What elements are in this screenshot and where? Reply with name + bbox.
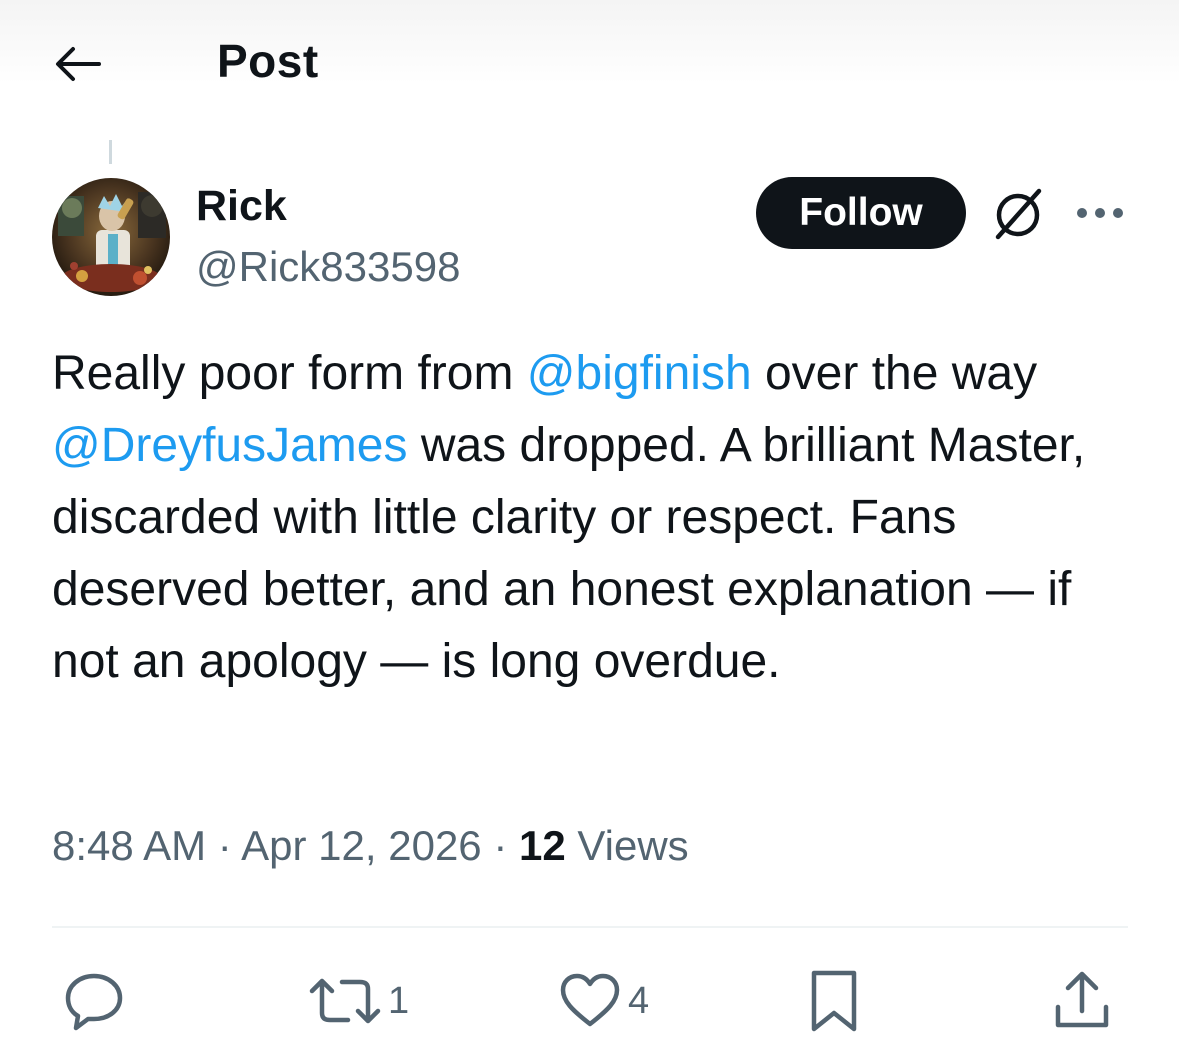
like-button[interactable]: 4 [558,968,649,1034]
tweet-text-segment: Really poor form from [52,347,527,400]
bookmark-button[interactable] [808,968,860,1034]
author-display-name[interactable]: Rick [196,182,287,231]
thread-connector [109,140,112,164]
repost-button[interactable]: 1 [308,968,409,1034]
views-label: Views [577,822,689,869]
like-count: 4 [628,979,650,1022]
back-button[interactable] [50,38,106,90]
more-options-button[interactable] [1072,195,1128,231]
page-title: Post [217,35,319,87]
reply-icon [65,973,123,1031]
grok-button[interactable] [988,184,1050,244]
share-button[interactable] [1052,968,1112,1034]
meta-separator: · [217,822,232,869]
tweet-text-segment: over the way [751,347,1038,400]
tweet-text: Really poor form from @bigfinish over th… [52,338,1137,698]
repost-icon [309,978,381,1024]
avatar-image [52,178,170,296]
grok-icon [995,188,1042,240]
follow-button[interactable]: Follow [756,177,966,249]
mention-link[interactable]: @DreyfusJames [52,419,407,472]
mention-link[interactable]: @bigfinish [527,347,752,400]
tweet-meta: 8:48 AM · Apr 12, 2026 · 12 Views [52,822,689,870]
more-icon [1077,208,1123,218]
heart-icon [560,973,620,1027]
tweet-date[interactable]: Apr 12, 2026 [241,822,482,869]
top-bar [0,0,1179,120]
author-handle[interactable]: @Rick833598 [196,243,460,291]
reply-button[interactable] [62,968,126,1034]
divider [52,926,1128,928]
share-icon [1055,971,1109,1028]
meta-separator: · [493,822,508,869]
arrow-left-icon [56,47,101,81]
views-count: 12 [519,822,566,869]
tweet-time[interactable]: 8:48 AM [52,822,206,869]
repost-count: 1 [388,979,410,1022]
avatar[interactable] [52,178,170,296]
bookmark-icon [811,970,857,1032]
